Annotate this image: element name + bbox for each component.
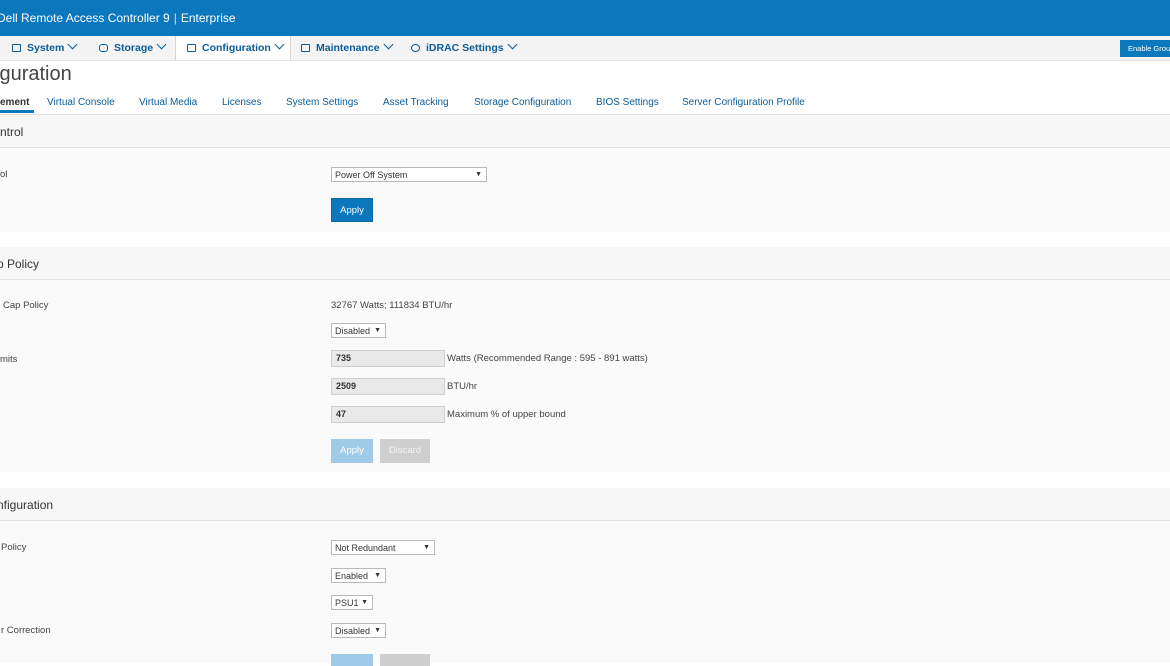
power-cap-policy-header: p Policy (0, 247, 1170, 280)
chevron-down-icon (507, 39, 518, 50)
nav-configuration-label: Configuration (202, 42, 271, 54)
tab-asset-tracking[interactable]: Asset Tracking (383, 97, 449, 108)
product-brand: Dell Remote Access Controller 9 | Enterpri… (0, 11, 236, 25)
cap-percent-input[interactable]: 47 (331, 406, 445, 423)
dropdown-arrow-icon: ▼ (475, 171, 482, 178)
cap-apply-button[interactable]: Apply (331, 439, 373, 463)
cap-watts-input[interactable]: 735 (331, 350, 445, 367)
dropdown-arrow-icon: ▼ (374, 327, 381, 334)
psu-configuration-header: nfiguration (0, 488, 1170, 521)
psu-apply-button[interactable] (331, 654, 373, 666)
cap-discard-button[interactable]: Discard (380, 439, 430, 463)
maintenance-icon (301, 44, 310, 52)
sub-tabs: ement Virtual Console Virtual Media Lice… (0, 92, 1170, 115)
chevron-down-icon (67, 39, 78, 50)
tab-virtual-media[interactable]: Virtual Media (139, 97, 197, 108)
cap-btu-input[interactable]: 2509 (331, 378, 445, 395)
product-title: Dell Remote Access Controller 9 (0, 11, 170, 25)
cap-percent-note: Maximum % of upper bound (447, 409, 566, 420)
nav-system-label: System (27, 42, 65, 54)
main-navigation: System Storage Configuration Maintenance… (0, 36, 1170, 61)
nav-idrac-settings[interactable]: iDRAC Settings (411, 36, 518, 60)
storage-icon (99, 44, 108, 52)
product-edition: Enterprise (180, 11, 236, 25)
power-control-label: ol (0, 169, 8, 180)
dropdown-arrow-icon: ▼ (374, 572, 381, 579)
psu-configuration-body: Policy Not Redundant ▼ Enabled ▼ PSU1 ▼ r C… (0, 521, 1170, 666)
tab-storage-configuration[interactable]: Storage Configuration (474, 97, 571, 108)
tab-virtual-console[interactable]: Virtual Console (47, 97, 115, 108)
enable-group-button[interactable]: Enable Grou (1120, 40, 1170, 57)
power-control-title: ntrol (0, 125, 24, 139)
tab-power-management[interactable]: ement (0, 97, 29, 108)
power-factor-correction-label: r Correction (1, 625, 51, 636)
configuration-icon (187, 44, 196, 52)
nav-system[interactable]: System (12, 36, 78, 60)
server-icon (12, 44, 21, 52)
nav-maintenance[interactable]: Maintenance (301, 36, 394, 60)
active-tab-indicator (0, 110, 34, 113)
page-title: iguration (0, 63, 72, 85)
power-cap-policy-body: Cap Policy 32767 Watts; 111834 BTU/hr Di… (0, 280, 1170, 472)
tab-bios-settings[interactable]: BIOS Settings (596, 97, 659, 108)
tab-system-settings[interactable]: System Settings (286, 97, 358, 108)
psu-configuration-title: nfiguration (0, 498, 54, 512)
power-cap-policy-title: p Policy (0, 257, 40, 271)
nav-storage-label: Storage (114, 42, 154, 54)
chevron-down-icon (274, 39, 285, 50)
top-header-bar: Dell Remote Access Controller 9 | Enterpri… (0, 0, 1170, 36)
power-factor-correction-select[interactable]: Disabled ▼ (331, 623, 386, 638)
nav-storage[interactable]: Storage (99, 36, 167, 60)
nav-maintenance-label: Maintenance (316, 42, 380, 54)
redundancy-policy-select[interactable]: Not Redundant ▼ (331, 540, 435, 555)
cap-policy-value: 32767 Watts; 111834 BTU/hr (331, 300, 453, 311)
dropdown-arrow-icon: ▼ (361, 599, 368, 606)
primary-psu-select[interactable]: PSU1 ▼ (331, 595, 373, 610)
chevron-down-icon (156, 39, 167, 50)
tab-licenses[interactable]: Licenses (222, 97, 261, 108)
dropdown-arrow-icon: ▼ (374, 627, 381, 634)
cap-policy-enable-select[interactable]: Disabled ▼ (331, 323, 386, 338)
redundancy-policy-label: Policy (1, 542, 27, 553)
hot-spare-select[interactable]: Enabled ▼ (331, 568, 386, 583)
cap-limits-label: mits (0, 354, 18, 365)
nav-configuration[interactable]: Configuration (175, 36, 291, 60)
cap-watts-note: Watts (Recommended Range : 595 - 891 wat… (447, 353, 648, 364)
power-control-header: ntrol (0, 115, 1170, 148)
tab-server-configuration-profile[interactable]: Server Configuration Profile (682, 97, 805, 108)
chevron-down-icon (383, 39, 394, 50)
settings-icon (411, 44, 420, 52)
cap-policy-label: Cap Policy (3, 300, 49, 311)
psu-discard-button[interactable] (380, 654, 430, 666)
dropdown-arrow-icon: ▼ (423, 544, 430, 551)
power-control-apply-button[interactable]: Apply (331, 198, 373, 222)
power-control-select[interactable]: Power Off System ▼ (331, 167, 487, 182)
nav-idrac-settings-label: iDRAC Settings (426, 42, 504, 54)
power-control-body: ol Power Off System ▼ Apply (0, 148, 1170, 232)
cap-btu-note: BTU/hr (447, 381, 478, 392)
